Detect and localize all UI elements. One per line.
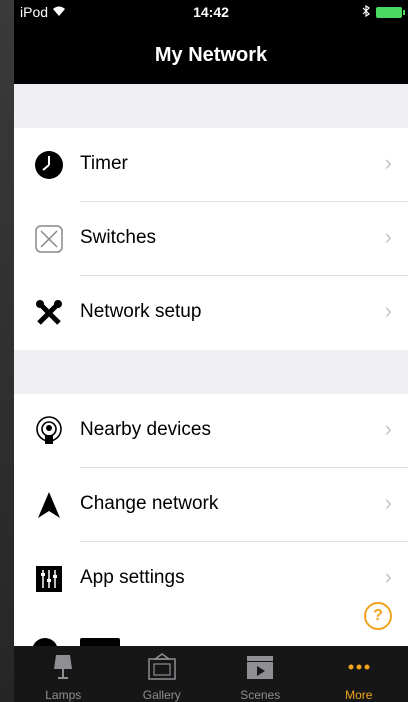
tab-label: More [345, 688, 373, 702]
menu-item-label: Change network [80, 493, 219, 514]
nearby-icon [32, 414, 66, 448]
chevron-right-icon: › [384, 490, 392, 515]
menu-item-label: Nearby devices [80, 419, 211, 440]
status-right [362, 4, 405, 20]
tab-lamps[interactable]: Lamps [14, 646, 113, 702]
status-time: 14:42 [193, 4, 229, 20]
menu-item-change-network[interactable]: Change network › [14, 468, 408, 542]
tools-icon [32, 296, 66, 330]
menu-item-switches[interactable]: Switches › [14, 202, 408, 276]
sliders-icon [32, 562, 66, 596]
tab-scenes[interactable]: Scenes [211, 646, 310, 702]
gallery-icon [147, 652, 177, 682]
menu-item-nearby-devices[interactable]: Nearby devices › [14, 394, 408, 468]
arrow-up-icon [32, 488, 66, 522]
settings-group-2: Nearby devices › Change network › App se… [14, 394, 408, 616]
clapperboard-icon [245, 652, 275, 682]
lamp-icon [48, 652, 78, 682]
bluetooth-icon [362, 4, 370, 20]
switch-icon [32, 222, 66, 256]
tab-label: Gallery [142, 688, 181, 702]
tab-label: Lamps [45, 688, 82, 702]
battery-icon [376, 6, 405, 18]
nav-bar: My Network [14, 24, 408, 84]
background-left [0, 0, 14, 702]
more-icon [344, 652, 374, 682]
section-spacer [14, 350, 408, 394]
chevron-right-icon: › [384, 298, 392, 323]
menu-item-timer[interactable]: Timer › [14, 128, 408, 202]
chevron-right-icon: › [384, 150, 392, 175]
tab-label: Scenes [240, 688, 281, 702]
phone-screen: iPod 14:42 My Network Timer › Switches ›… [14, 0, 408, 702]
status-bar: iPod 14:42 [14, 0, 408, 24]
menu-item-label: Network setup [80, 301, 202, 322]
section-spacer [14, 84, 408, 128]
menu-item-label: Switches [80, 227, 157, 248]
menu-item-network-setup[interactable]: Network setup › [14, 276, 408, 350]
chevron-right-icon: › [384, 564, 392, 589]
menu-item-label: App settings [80, 567, 185, 588]
tab-more[interactable]: More [310, 646, 408, 702]
chevron-right-icon: › [384, 224, 392, 249]
menu-item-label: Timer [80, 153, 128, 174]
clock-icon [32, 148, 66, 182]
settings-group-1: Timer › Switches › Network setup › [14, 128, 408, 350]
menu-item-app-settings[interactable]: App settings › [14, 542, 408, 616]
tab-bar: Lamps Gallery Scenes More [14, 646, 408, 702]
chevron-right-icon: › [384, 416, 392, 441]
help-button[interactable]: ? [364, 602, 392, 630]
page-title: My Network [154, 44, 268, 66]
tab-gallery[interactable]: Gallery [113, 646, 212, 702]
